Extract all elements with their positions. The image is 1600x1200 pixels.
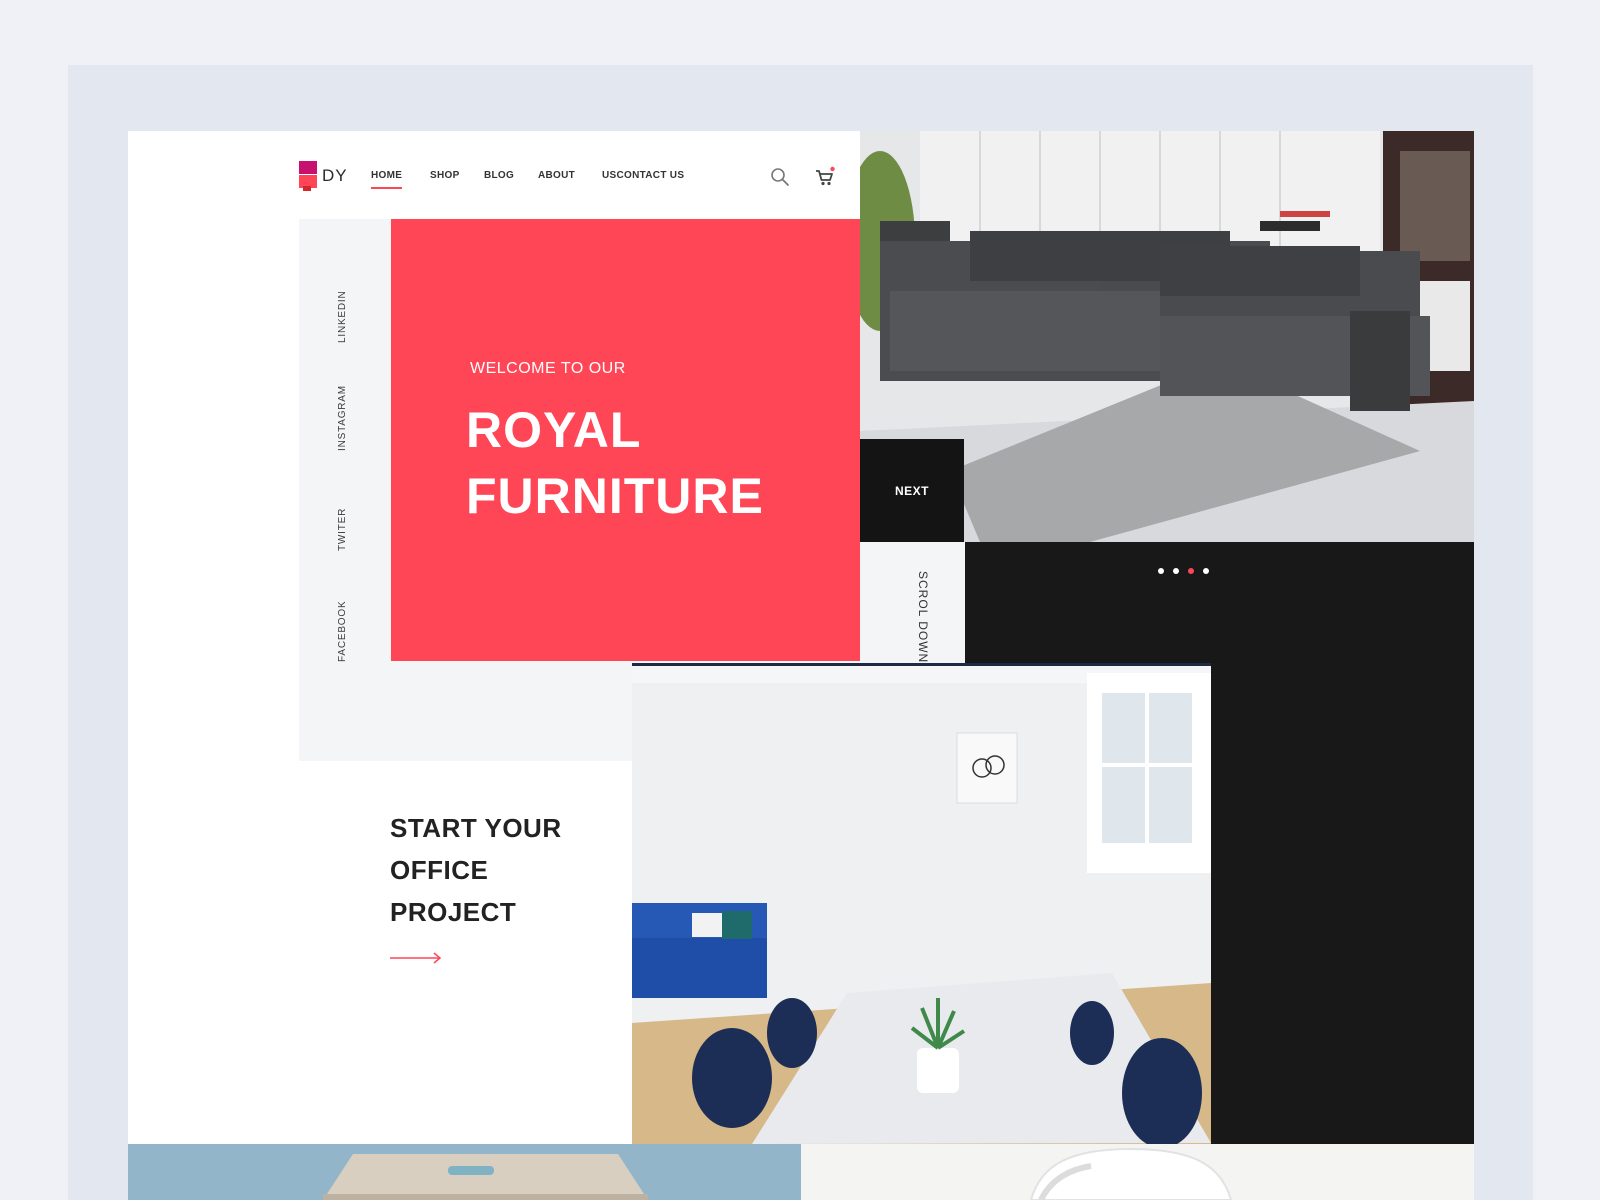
office-line3: PROJECT <box>390 897 517 927</box>
logo-text: DY <box>322 166 348 185</box>
nav-about-label: ABOUT <box>538 170 576 181</box>
nav-active-underline <box>371 187 403 189</box>
slider-dot-1[interactable] <box>1158 568 1164 574</box>
nav-contact-label: USCONTACT US <box>602 170 685 181</box>
social-linkedin[interactable]: LINKEDIN <box>337 290 348 343</box>
next-button[interactable]: NEXT <box>860 439 964 542</box>
brand-logo[interactable]: DY <box>299 161 347 191</box>
office-line1: START YOUR <box>390 813 562 843</box>
nav-about[interactable]: ABOUT <box>538 170 575 181</box>
social-facebook[interactable]: FACEBOOK <box>337 601 348 662</box>
chair-photo <box>801 1144 1474 1200</box>
office-photo <box>632 663 1211 1144</box>
social-twitter[interactable]: TWITER <box>337 508 348 551</box>
search-icon[interactable] <box>770 167 790 187</box>
cart-badge <box>830 166 835 172</box>
hero-title-line2: FURNITURE <box>466 468 764 524</box>
logo-mark-top <box>299 161 317 174</box>
hero-title: ROYAL FURNITURE <box>466 397 764 529</box>
hero-title-line1: ROYAL <box>466 402 642 458</box>
nav-blog-label: BLOG <box>484 170 515 181</box>
arrow-right-icon[interactable] <box>390 952 442 964</box>
hero-welcome: WELCOME TO OUR <box>470 360 626 377</box>
nav-home-label: HOME <box>371 170 403 181</box>
logo-mark-tail <box>303 186 311 191</box>
cart-icon[interactable] <box>814 166 836 188</box>
stool-photo <box>128 1144 801 1200</box>
office-project-heading: START YOUR OFFICE PROJECT <box>390 807 562 933</box>
nav-shop-label: SHOP <box>430 170 460 181</box>
slider-dot-3[interactable] <box>1188 568 1194 574</box>
slider-dot-2[interactable] <box>1173 568 1179 574</box>
slider-dots <box>1158 568 1209 574</box>
office-line2: OFFICE <box>390 855 489 885</box>
slider-dot-4[interactable] <box>1203 568 1209 574</box>
website-page: DY HOME SHOP BLOG ABOUT USCONTACT US LIN… <box>128 131 1474 1200</box>
nav-home[interactable]: HOME <box>371 170 403 189</box>
social-instagram[interactable]: INSTAGRAM <box>337 385 348 451</box>
nav-blog[interactable]: BLOG <box>484 170 514 181</box>
nav-shop[interactable]: SHOP <box>430 170 460 181</box>
scroll-down-label[interactable]: SCROL DOWN <box>916 571 930 663</box>
nav-contact[interactable]: USCONTACT US <box>602 170 684 181</box>
